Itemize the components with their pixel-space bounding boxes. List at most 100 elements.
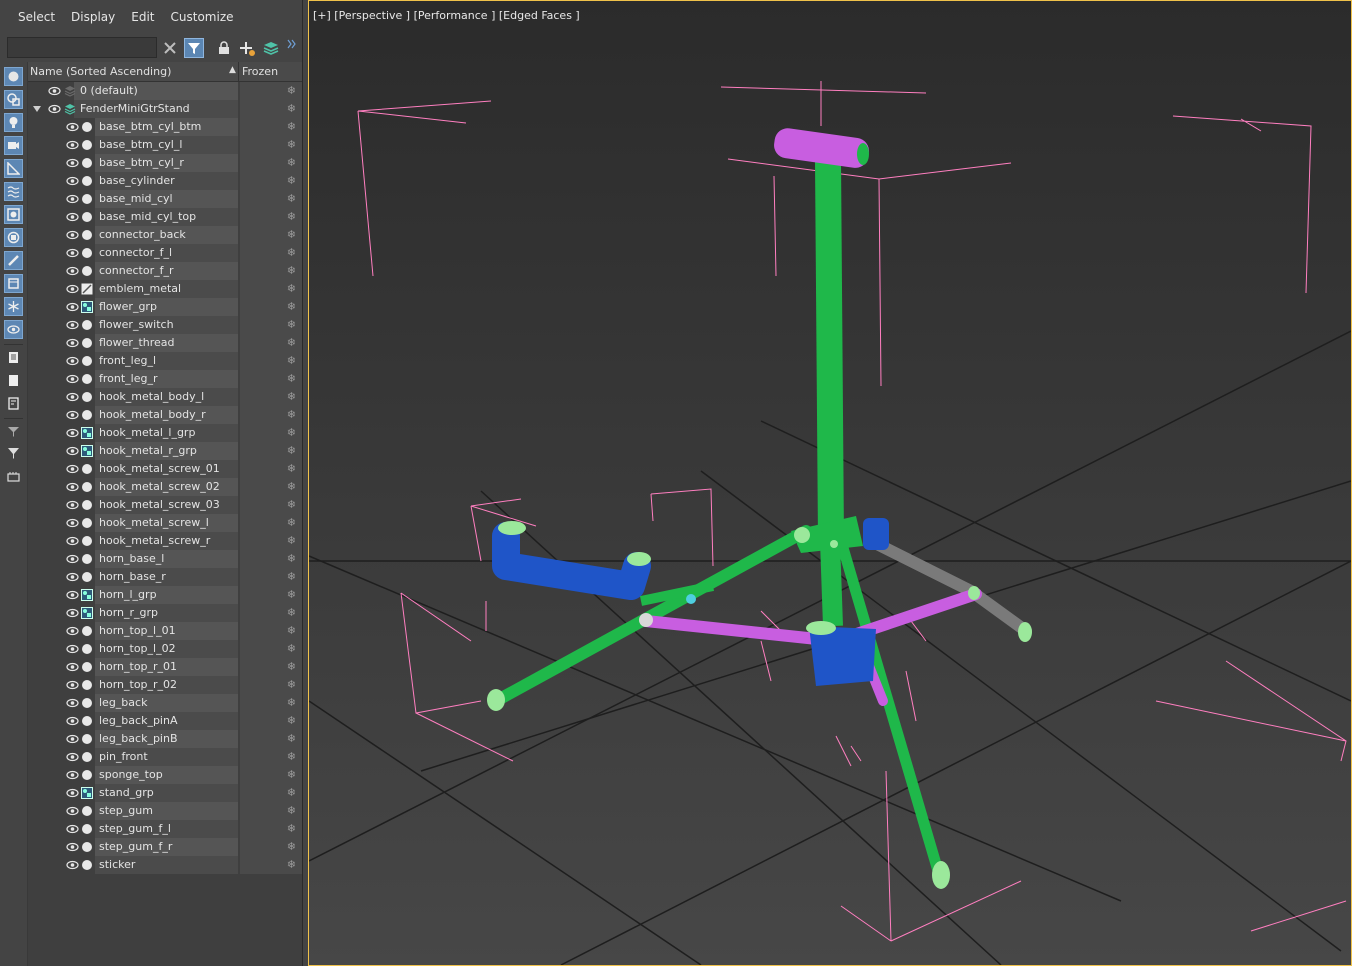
visibility-eye-icon[interactable] bbox=[66, 319, 79, 331]
object-row[interactable]: horn_top_l_01 ❄ bbox=[28, 622, 302, 640]
visibility-eye-icon[interactable] bbox=[66, 589, 79, 601]
frozen-toggle-icon[interactable]: ❄ bbox=[287, 282, 296, 295]
frozen-toggle-icon[interactable]: ❄ bbox=[287, 336, 296, 349]
object-row[interactable]: leg_back_pinB ❄ bbox=[28, 730, 302, 748]
column-header-frozen[interactable]: Frozen bbox=[242, 65, 278, 78]
display-frozen-icon[interactable] bbox=[4, 297, 23, 316]
object-row[interactable]: leg_back ❄ bbox=[28, 694, 302, 712]
object-row[interactable]: step_gum_f_r ❄ bbox=[28, 838, 302, 856]
object-row[interactable]: pin_front ❄ bbox=[28, 748, 302, 766]
frozen-toggle-icon[interactable]: ❄ bbox=[287, 228, 296, 241]
menu-select[interactable]: Select bbox=[10, 0, 63, 34]
object-row[interactable]: base_mid_cyl ❄ bbox=[28, 190, 302, 208]
frozen-toggle-icon[interactable]: ❄ bbox=[287, 408, 296, 421]
visibility-eye-icon[interactable] bbox=[66, 751, 79, 763]
frozen-toggle-icon[interactable]: ❄ bbox=[287, 714, 296, 727]
object-row[interactable]: connector_f_l ❄ bbox=[28, 244, 302, 262]
object-row[interactable]: front_leg_l ❄ bbox=[28, 352, 302, 370]
frozen-toggle-icon[interactable]: ❄ bbox=[287, 516, 296, 529]
layers-icon[interactable] bbox=[261, 38, 281, 58]
object-row[interactable]: horn_base_l ❄ bbox=[28, 550, 302, 568]
visibility-eye-icon[interactable] bbox=[66, 409, 79, 421]
visibility-eye-icon[interactable] bbox=[66, 373, 79, 385]
frozen-toggle-icon[interactable]: ❄ bbox=[287, 246, 296, 259]
display-hidden-icon[interactable] bbox=[4, 320, 23, 339]
object-row[interactable]: sponge_top ❄ bbox=[28, 766, 302, 784]
frozen-toggle-icon[interactable]: ❄ bbox=[287, 498, 296, 511]
visibility-eye-icon[interactable] bbox=[48, 103, 61, 115]
frozen-toggle-icon[interactable]: ❄ bbox=[287, 624, 296, 637]
object-row[interactable]: connector_f_r ❄ bbox=[28, 262, 302, 280]
frozen-toggle-icon[interactable]: ❄ bbox=[287, 426, 296, 439]
object-row[interactable]: hook_metal_screw_l ❄ bbox=[28, 514, 302, 532]
visibility-eye-icon[interactable] bbox=[48, 85, 61, 97]
frozen-toggle-icon[interactable]: ❄ bbox=[287, 192, 296, 205]
frozen-toggle-icon[interactable]: ❄ bbox=[287, 84, 296, 97]
menu-display[interactable]: Display bbox=[63, 0, 123, 34]
visibility-eye-icon[interactable] bbox=[66, 841, 79, 853]
object-row[interactable]: hook_metal_r_grp ❄ bbox=[28, 442, 302, 460]
visibility-eye-icon[interactable] bbox=[66, 445, 79, 457]
visibility-eye-icon[interactable] bbox=[66, 229, 79, 241]
frozen-toggle-icon[interactable]: ❄ bbox=[287, 264, 296, 277]
frozen-toggle-icon[interactable]: ❄ bbox=[287, 120, 296, 133]
frozen-toggle-icon[interactable]: ❄ bbox=[287, 156, 296, 169]
display-cameras-icon[interactable] bbox=[4, 136, 23, 155]
object-row[interactable]: base_btm_cyl_r ❄ bbox=[28, 154, 302, 172]
filter-icon[interactable] bbox=[184, 38, 204, 58]
menu-edit[interactable]: Edit bbox=[123, 0, 162, 34]
visibility-eye-icon[interactable] bbox=[66, 499, 79, 511]
object-row[interactable]: hook_metal_screw_01 ❄ bbox=[28, 460, 302, 478]
object-row[interactable]: sticker ❄ bbox=[28, 856, 302, 874]
visibility-eye-icon[interactable] bbox=[66, 481, 79, 493]
visibility-eye-icon[interactable] bbox=[66, 733, 79, 745]
display-bones-icon[interactable] bbox=[4, 251, 23, 270]
display-helpers-icon[interactable] bbox=[4, 159, 23, 178]
object-row[interactable]: flower_grp ❄ bbox=[28, 298, 302, 316]
visibility-eye-icon[interactable] bbox=[66, 535, 79, 547]
visibility-eye-icon[interactable] bbox=[66, 193, 79, 205]
visibility-eye-icon[interactable] bbox=[66, 427, 79, 439]
object-row[interactable]: front_leg_r ❄ bbox=[28, 370, 302, 388]
clear-search-icon[interactable] bbox=[160, 38, 180, 58]
frozen-toggle-icon[interactable]: ❄ bbox=[287, 444, 296, 457]
object-row[interactable]: horn_top_r_02 ❄ bbox=[28, 676, 302, 694]
lock-icon[interactable] bbox=[214, 38, 234, 58]
object-row[interactable]: horn_top_r_01 ❄ bbox=[28, 658, 302, 676]
collapse-arrow-icon[interactable] bbox=[32, 104, 42, 114]
display-groups-icon[interactable] bbox=[4, 205, 23, 224]
visibility-eye-icon[interactable] bbox=[66, 247, 79, 259]
frozen-toggle-icon[interactable]: ❄ bbox=[287, 570, 296, 583]
display-none-icon[interactable] bbox=[4, 371, 23, 390]
frozen-toggle-icon[interactable]: ❄ bbox=[287, 804, 296, 817]
visibility-eye-icon[interactable] bbox=[66, 697, 79, 709]
object-row[interactable]: flower_thread ❄ bbox=[28, 334, 302, 352]
visibility-eye-icon[interactable] bbox=[66, 607, 79, 619]
visibility-eye-icon[interactable] bbox=[66, 337, 79, 349]
visibility-eye-icon[interactable] bbox=[66, 679, 79, 691]
visibility-eye-icon[interactable] bbox=[66, 571, 79, 583]
object-row[interactable]: horn_l_grp ❄ bbox=[28, 586, 302, 604]
visibility-eye-icon[interactable] bbox=[66, 643, 79, 655]
display-shapes-icon[interactable] bbox=[4, 90, 23, 109]
frozen-toggle-icon[interactable]: ❄ bbox=[287, 732, 296, 745]
frozen-toggle-icon[interactable]: ❄ bbox=[287, 390, 296, 403]
frozen-toggle-icon[interactable]: ❄ bbox=[287, 174, 296, 187]
object-row[interactable]: base_cylinder ❄ bbox=[28, 172, 302, 190]
visibility-eye-icon[interactable] bbox=[66, 517, 79, 529]
visibility-eye-icon[interactable] bbox=[66, 175, 79, 187]
frozen-toggle-icon[interactable]: ❄ bbox=[287, 534, 296, 547]
frozen-toggle-icon[interactable]: ❄ bbox=[287, 210, 296, 223]
display-spacewarps-icon[interactable] bbox=[4, 182, 23, 201]
object-row[interactable]: emblem_metal ❄ bbox=[28, 280, 302, 298]
filter-funnel-icon[interactable] bbox=[4, 444, 23, 463]
visibility-eye-icon[interactable] bbox=[66, 661, 79, 673]
frozen-toggle-icon[interactable]: ❄ bbox=[287, 552, 296, 565]
object-row[interactable]: stand_grp ❄ bbox=[28, 784, 302, 802]
visibility-eye-icon[interactable] bbox=[66, 787, 79, 799]
visibility-eye-icon[interactable] bbox=[66, 823, 79, 835]
visibility-eye-icon[interactable] bbox=[66, 355, 79, 367]
perspective-viewport[interactable]: [+] [Perspective ] [Performance ] [Edged… bbox=[308, 0, 1352, 966]
filter-toggle-icon[interactable] bbox=[4, 422, 23, 441]
column-divider[interactable] bbox=[238, 62, 239, 82]
